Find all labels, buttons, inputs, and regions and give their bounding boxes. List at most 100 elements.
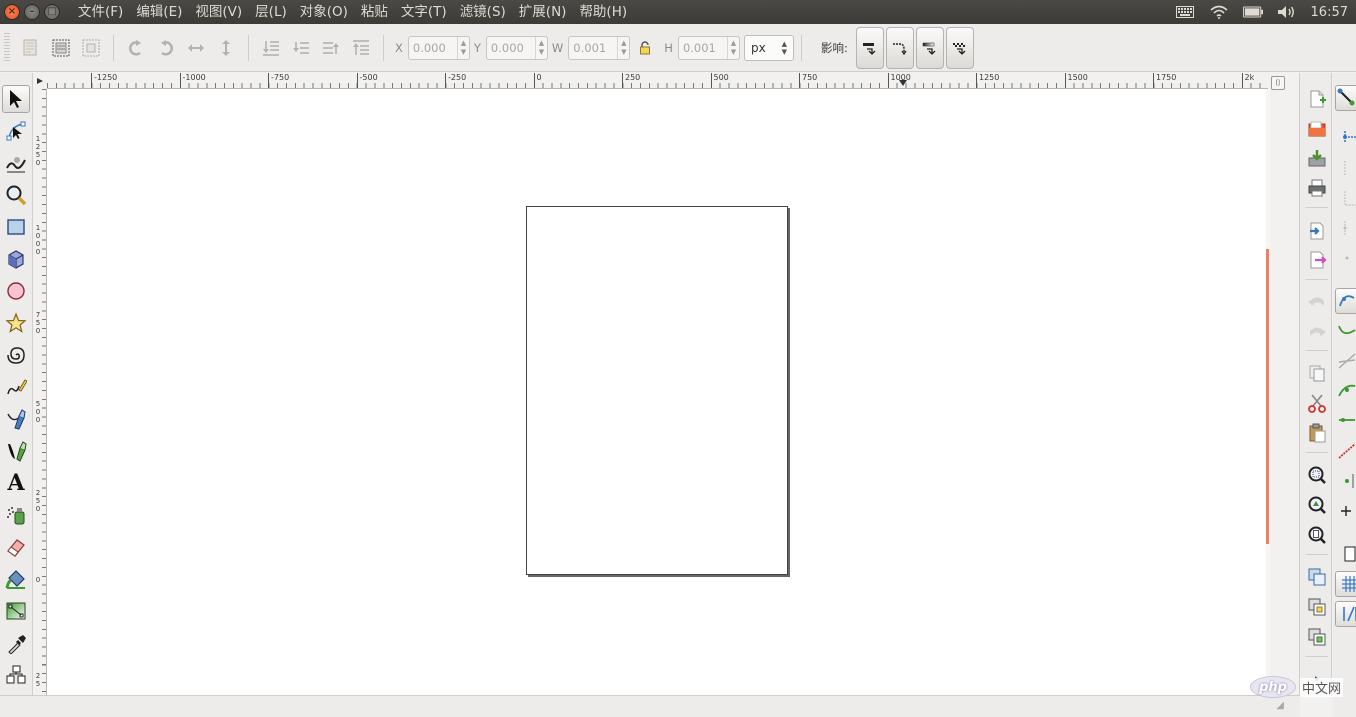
flip-horizontal-button[interactable]	[182, 34, 210, 62]
duplicate-button[interactable]	[1305, 565, 1329, 589]
y-spinbox[interactable]: ▲▼	[485, 35, 548, 60]
pen-tool-button[interactable]	[2, 405, 30, 433]
h-spinbox[interactable]: ▲▼	[677, 35, 740, 60]
menu-extensions[interactable]: 扩展(N)	[513, 0, 573, 24]
snap-bbox-corners-button[interactable]	[1335, 185, 1356, 211]
snap-bbox-button[interactable]	[1335, 125, 1356, 151]
snap-midpoints-button[interactable]	[1335, 438, 1356, 464]
vertical-ruler[interactable]: 1 2 5 0 1 0 0 0 7 5 0 5 0 0 2 5 0 0 2 5	[33, 89, 47, 695]
lower-button[interactable]	[287, 34, 315, 62]
horizontal-ruler[interactable]: -1250 -1000 -750 -500 -250 0 250 500 750 1000 1250…	[47, 73, 1268, 89]
keyboard-icon[interactable]	[1175, 4, 1195, 20]
invert-selection-button[interactable]	[77, 34, 105, 62]
lower-to-bottom-button[interactable]	[257, 34, 285, 62]
snap-guides-toggle[interactable]	[1335, 601, 1356, 627]
snap-toggle[interactable]	[1335, 85, 1356, 111]
snap-rotation-center-button[interactable]	[1335, 498, 1356, 524]
redo-button[interactable]	[1305, 320, 1329, 344]
wifi-icon[interactable]	[1209, 4, 1229, 20]
vertical-scrollbar-thumb[interactable]	[1266, 249, 1269, 544]
snap-intersections-button[interactable]	[1335, 348, 1356, 374]
cut-button[interactable]	[1305, 391, 1329, 415]
x-input[interactable]	[408, 36, 457, 59]
menu-help[interactable]: 帮助(H)	[573, 0, 633, 24]
export-button[interactable]	[1305, 248, 1329, 272]
menu-object[interactable]: 对象(O)	[294, 0, 354, 24]
scale-corners-toggle[interactable]	[885, 26, 914, 69]
spray-tool-button[interactable]	[2, 501, 30, 529]
clone-button[interactable]	[1305, 595, 1329, 619]
calligraphy-tool-button[interactable]	[2, 437, 30, 465]
open-document-button[interactable]	[1305, 117, 1329, 141]
menu-view[interactable]: 视图(V)	[189, 0, 248, 24]
lock-ratio-button[interactable]	[636, 37, 654, 59]
menu-filters[interactable]: 滤镜(S)	[454, 0, 512, 24]
close-window-button[interactable]: ×	[4, 4, 20, 20]
undo-button[interactable]	[1305, 290, 1329, 314]
move-gradients-toggle[interactable]	[915, 26, 944, 69]
menu-paste[interactable]: 粘贴	[355, 0, 394, 24]
menu-text[interactable]: 文字(T)	[395, 0, 453, 24]
toolbar-grip[interactable]	[4, 32, 10, 63]
w-spinbox[interactable]: ▲▼	[568, 35, 631, 60]
zoom-page-button[interactable]	[1305, 523, 1329, 547]
snap-bbox-midpoints-button[interactable]	[1335, 215, 1356, 241]
zoom-drawing-button[interactable]	[1305, 493, 1329, 517]
y-input[interactable]	[486, 36, 535, 59]
rotate-ccw-button[interactable]	[122, 34, 150, 62]
paste-button[interactable]	[1305, 421, 1329, 445]
snap-cusp-nodes-button[interactable]	[1335, 378, 1356, 404]
snap-object-centers-button[interactable]	[1335, 468, 1356, 494]
w-input[interactable]	[569, 36, 618, 59]
h-spin-arrows[interactable]: ▲ ▼	[726, 36, 739, 59]
w-spin-arrows[interactable]: ▲ ▼	[617, 36, 629, 59]
connector-tool-button[interactable]	[2, 661, 30, 689]
pencil-tool-button[interactable]	[2, 373, 30, 401]
battery-icon[interactable]	[1242, 4, 1263, 20]
spiral-tool-button[interactable]	[2, 341, 30, 369]
text-tool-button[interactable]: A	[2, 469, 30, 497]
raise-button[interactable]	[317, 34, 345, 62]
snap-bbox-edges-button[interactable]	[1335, 155, 1356, 181]
ruler-corner[interactable]	[33, 73, 47, 89]
h-input[interactable]	[678, 36, 727, 59]
raise-to-top-button[interactable]	[347, 34, 375, 62]
snap-paths-button[interactable]	[1335, 318, 1356, 344]
print-button[interactable]	[1305, 176, 1329, 200]
y-spin-arrows[interactable]: ▲ ▼	[534, 36, 547, 59]
select-all-button[interactable]	[17, 34, 45, 62]
3d-box-tool-button[interactable]	[2, 245, 30, 273]
select-all-layers-button[interactable]	[47, 34, 75, 62]
clock[interactable]: 16:57	[1311, 5, 1348, 20]
zoom-selection-button[interactable]	[1305, 463, 1329, 487]
paint-bucket-tool-button[interactable]	[2, 565, 30, 593]
snap-grid-toggle[interactable]	[1335, 571, 1356, 597]
rectangle-tool-button[interactable]	[2, 213, 30, 241]
dropper-tool-button[interactable]	[2, 629, 30, 657]
menu-edit[interactable]: 编辑(E)	[130, 0, 188, 24]
unit-dropdown[interactable]: px ▲ ▼	[743, 34, 794, 61]
snap-smooth-nodes-button[interactable]	[1335, 408, 1356, 434]
snap-page-border-button[interactable]	[1335, 541, 1356, 567]
volume-icon[interactable]	[1277, 4, 1297, 20]
tweak-tool-button[interactable]	[2, 149, 30, 177]
zoom-correction-button[interactable]: ⌷	[1271, 76, 1285, 90]
import-button[interactable]	[1305, 219, 1329, 243]
move-patterns-toggle[interactable]	[945, 26, 974, 69]
x-spin-arrows[interactable]: ▲ ▼	[456, 36, 469, 59]
menu-file[interactable]: 文件(F)	[72, 0, 129, 24]
x-spinbox[interactable]: ▲▼	[407, 35, 470, 60]
resize-grip-icon[interactable]: ◢	[1276, 700, 1284, 711]
drawing-canvas[interactable]	[47, 89, 1266, 695]
minimize-window-button[interactable]: –	[24, 4, 40, 20]
scale-stroke-toggle[interactable]	[855, 26, 884, 69]
ellipse-tool-button[interactable]	[2, 277, 30, 305]
save-button[interactable]	[1305, 146, 1329, 170]
gradient-tool-button[interactable]	[2, 597, 30, 625]
snap-nodes-toggle[interactable]	[1335, 288, 1356, 314]
rotate-cw-button[interactable]	[152, 34, 180, 62]
node-tool-button[interactable]	[2, 117, 30, 145]
new-document-button[interactable]	[1305, 87, 1329, 111]
snap-bbox-centers-button[interactable]	[1335, 245, 1356, 271]
flip-vertical-button[interactable]	[212, 34, 240, 62]
